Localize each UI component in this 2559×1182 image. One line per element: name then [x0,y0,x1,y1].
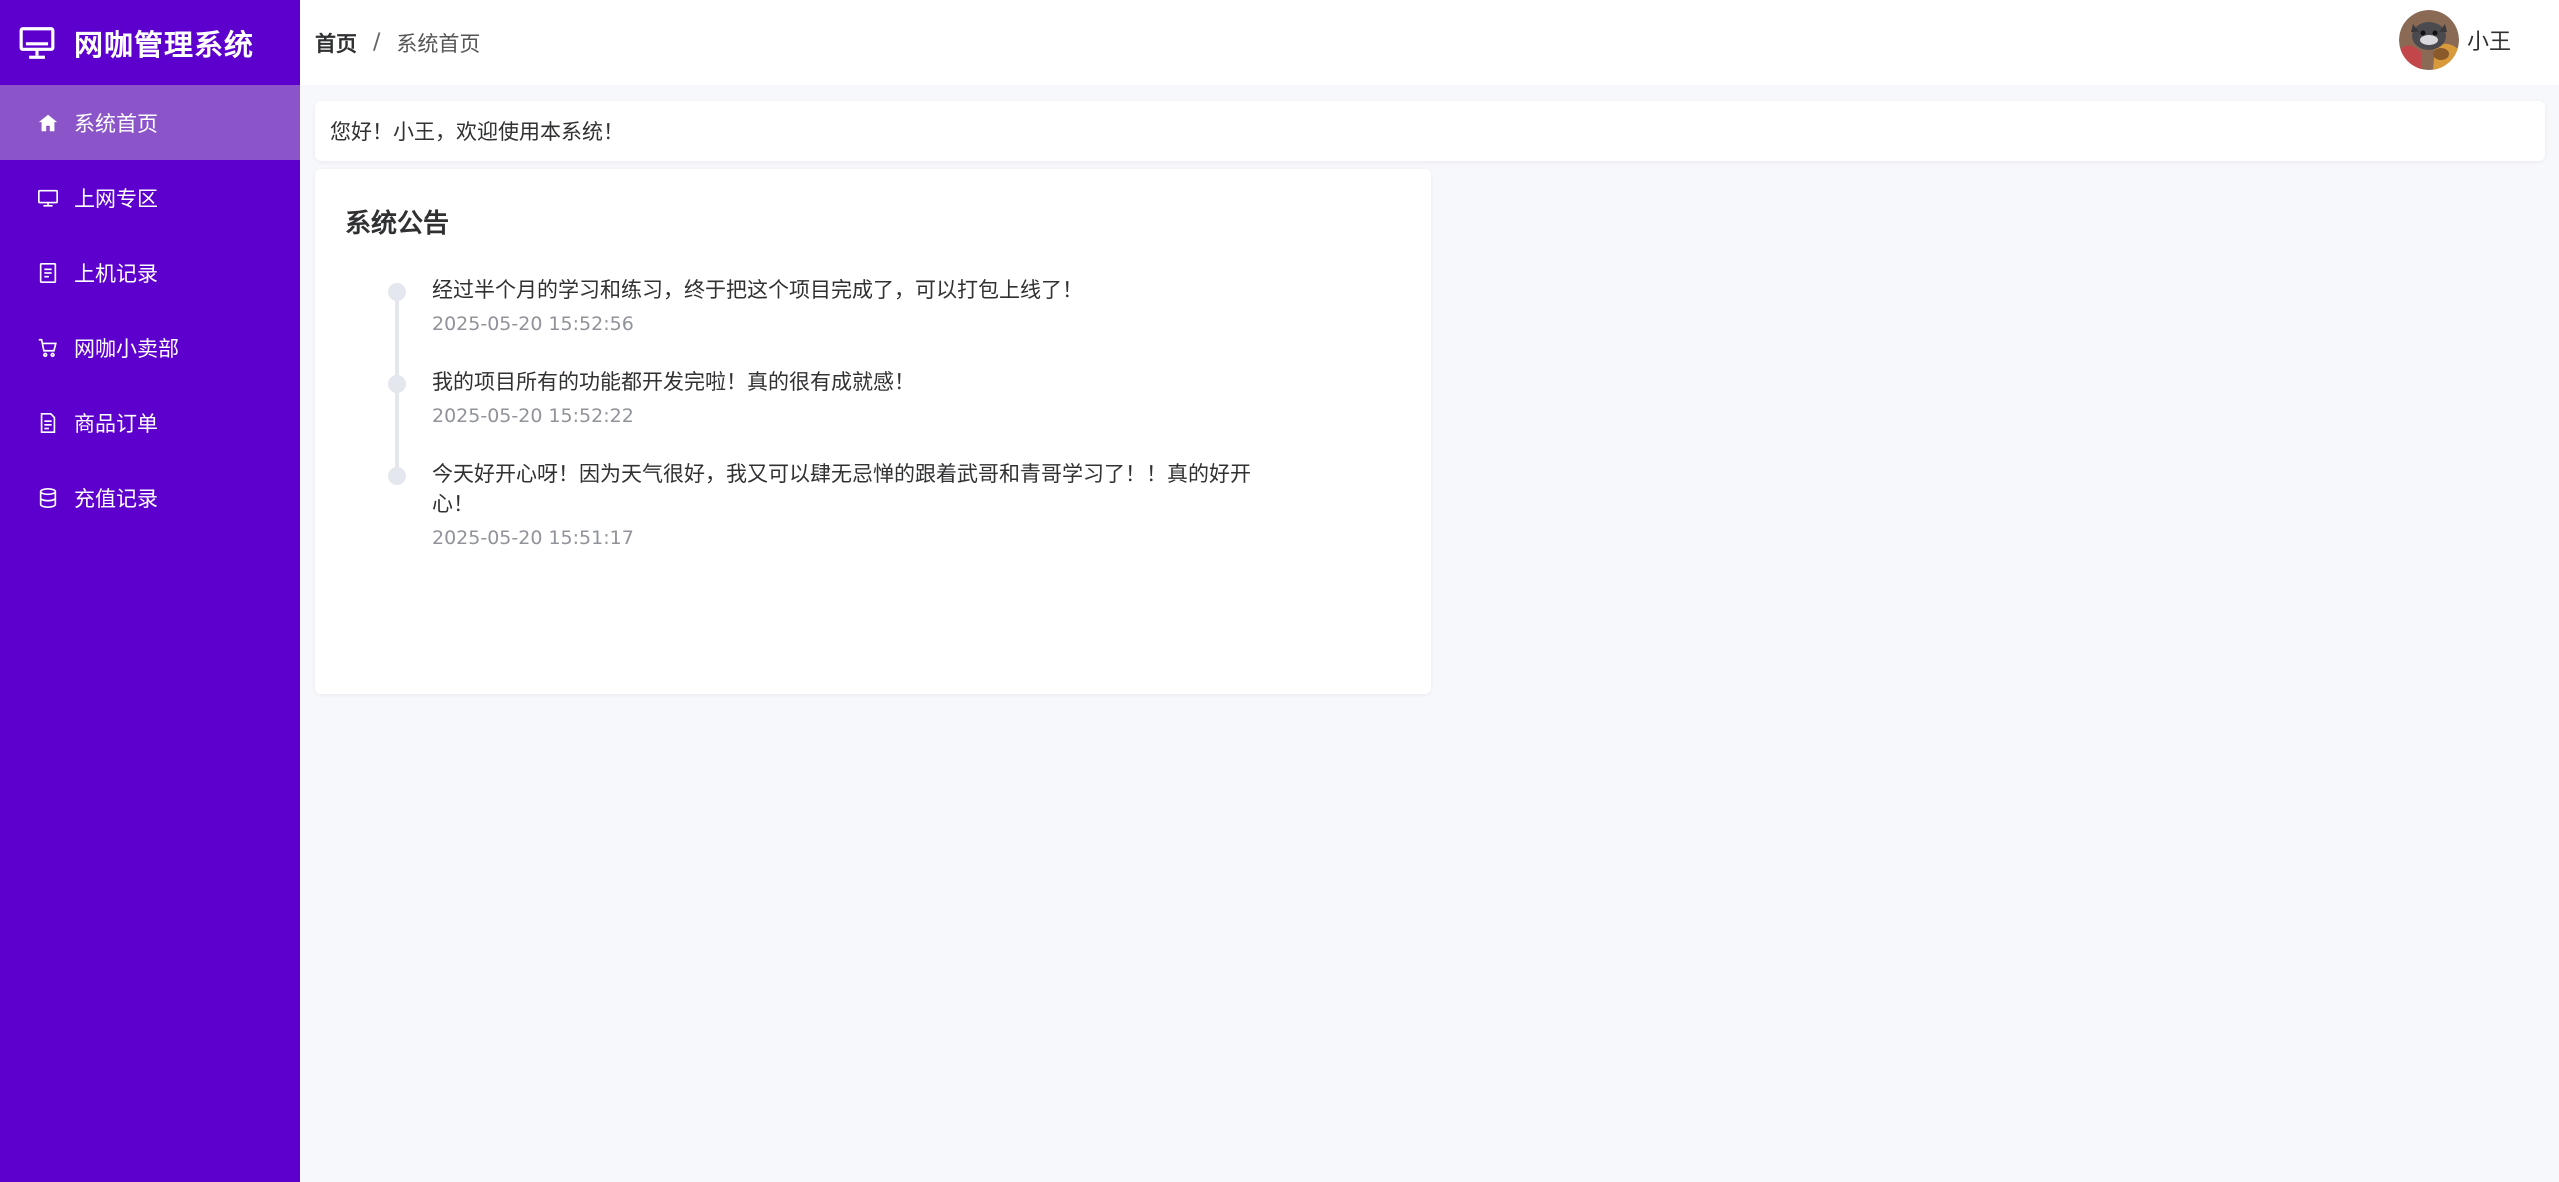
cart-icon [36,336,60,360]
sidebar-item-home[interactable]: 系统首页 [0,85,300,160]
timeline-item: 今天好开心呀！因为天气很好，我又可以肆无忌惮的跟着武哥和青哥学习了！！真的好开心… [385,459,1285,559]
user-menu[interactable]: 小王 [2398,10,2511,70]
sidebar: 网咖管理系统 系统首页 上网专区 上机记录 网咖小卖部 商品订单 充值记录 [0,0,300,1182]
announcement-content: 我的项目所有的功能都开发完啦！真的很有成就感！ [432,370,915,394]
sidebar-item-shop[interactable]: 网咖小卖部 [0,310,300,385]
sidebar-item-label: 上机记录 [74,261,158,286]
avatar[interactable] [2398,10,2459,70]
timeline-dot [388,283,406,301]
sidebar-item-recharge[interactable]: 充值记录 [0,460,300,535]
database-icon [36,486,60,510]
announcement-timeline: 经过半个月的学习和练习，终于把这个项目完成了，可以打包上线了！ 2025-05-… [385,275,1285,559]
announcement-time: 2025-05-20 15:52:56 [432,313,634,335]
sidebar-menu: 系统首页 上网专区 上机记录 网咖小卖部 商品订单 充值记录 [0,85,300,535]
sidebar-item-label: 上网专区 [74,186,158,211]
monitor-icon [36,186,60,210]
breadcrumb-separator: / [373,30,381,55]
announcement-time: 2025-05-20 15:51:17 [432,527,634,549]
announcement-card: 系统公告 经过半个月的学习和练习，终于把这个项目完成了，可以打包上线了！ 202… [315,169,1431,694]
timeline-dot [388,375,406,393]
order-icon [36,411,60,435]
sidebar-item-label: 网咖小卖部 [74,336,179,361]
timeline-dot [388,467,406,485]
sidebar-item-label: 系统首页 [74,111,158,136]
sidebar-item-orders[interactable]: 商品订单 [0,385,300,460]
username[interactable]: 小王 [2467,24,2511,56]
welcome-banner: 您好！小王，欢迎使用本系统！ [315,101,2545,161]
sidebar-item-label: 商品订单 [74,411,158,436]
sidebar-item-label: 充值记录 [74,486,158,511]
home-icon [36,111,60,135]
announcement-time: 2025-05-20 15:52:22 [432,405,634,427]
announcement-content: 今天好开心呀！因为天气很好，我又可以肆无忌惮的跟着武哥和青哥学习了！！真的好开心… [432,462,1251,516]
app-title: 网咖管理系统 [74,27,255,62]
sidebar-item-internet-zone[interactable]: 上网专区 [0,160,300,235]
breadcrumb-current: 系统首页 [396,31,481,56]
timeline-item: 我的项目所有的功能都开发完啦！真的很有成就感！ 2025-05-20 15:52… [385,367,1285,459]
announcement-title: 系统公告 [345,209,450,239]
sidebar-item-session-records[interactable]: 上机记录 [0,235,300,310]
timeline-item: 经过半个月的学习和练习，终于把这个项目完成了，可以打包上线了！ 2025-05-… [385,275,1285,367]
announcement-content: 经过半个月的学习和练习，终于把这个项目完成了，可以打包上线了！ [432,278,1083,302]
breadcrumb: 首页 / 系统首页 [300,28,480,58]
breadcrumb-home-link[interactable]: 首页 [315,28,357,58]
monitor-logo-icon [18,24,56,62]
welcome-text: 您好！小王，欢迎使用本系统！ [330,120,624,144]
brand: 网咖管理系统 [0,0,300,85]
top-header: 首页 / 系统首页 小王 [300,0,2559,85]
document-list-icon [36,261,60,285]
